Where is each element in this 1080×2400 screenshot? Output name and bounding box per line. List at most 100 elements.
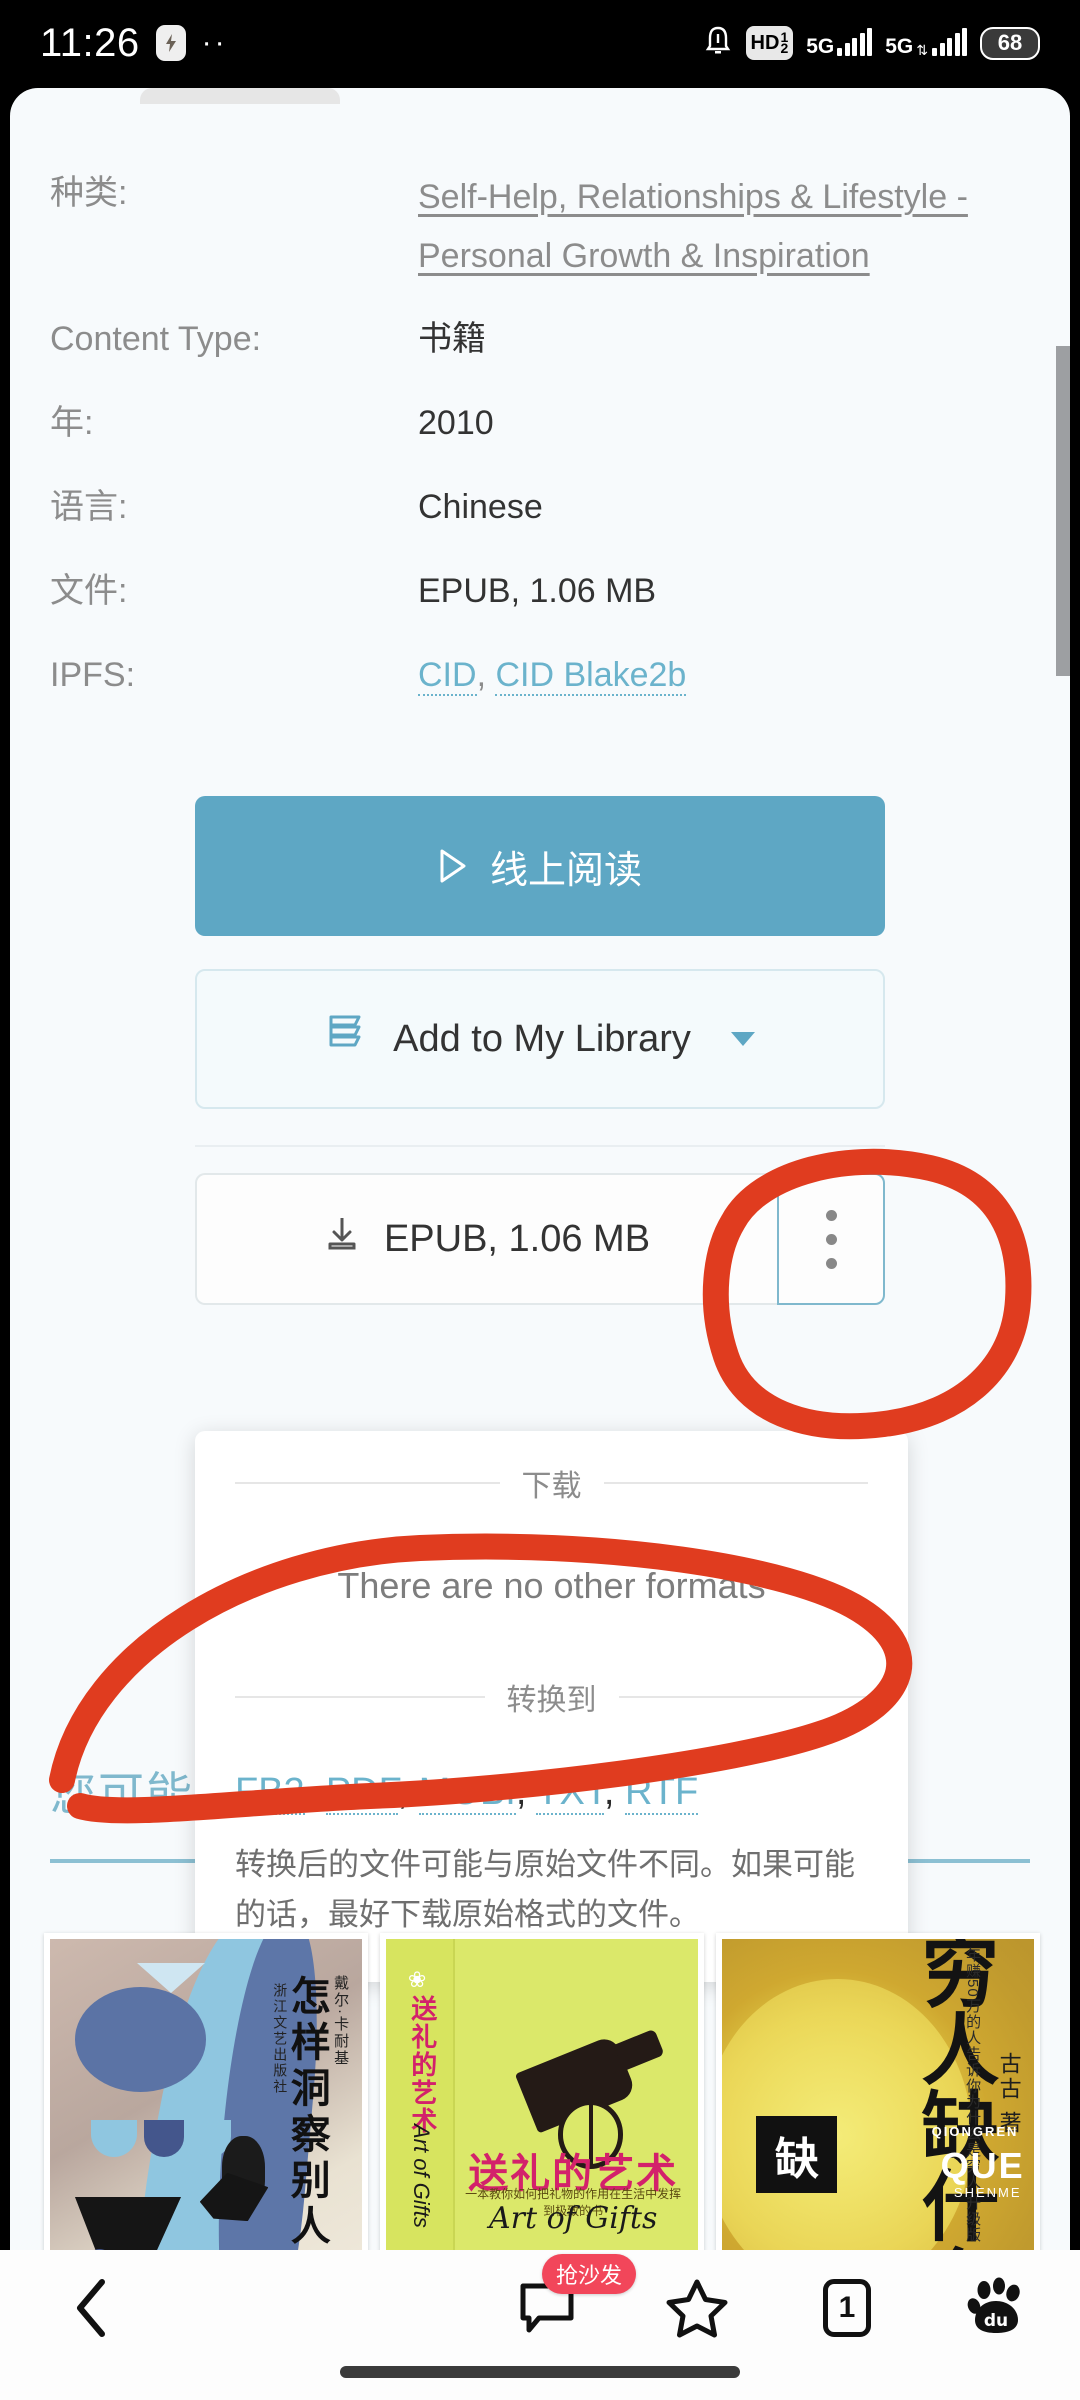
cover3-block: 缺 xyxy=(756,2116,838,2193)
baidu-paw-icon: du xyxy=(967,2277,1020,2333)
book-detail-page: 种类: Self-Help, Relationships & Lifestyle… xyxy=(10,88,1070,2250)
more-vertical-icon-dot-2 xyxy=(825,1233,837,1245)
action-buttons: 线上阅读 Add to My Library xyxy=(10,734,1070,1109)
ipfs-separator: , xyxy=(476,656,487,694)
book-spine-title-en-2: Art of Gifts xyxy=(408,2124,434,2229)
cover1-shape-halfA xyxy=(90,2120,138,2157)
browser-page-sheet: 种类: Self-Help, Relationships & Lifestyle… xyxy=(10,88,1070,2250)
convert-rtf-link[interactable]: RTF xyxy=(625,1771,699,1815)
metadata-row-file: 文件: EPUB, 1.06 MB xyxy=(50,566,1030,616)
book-cover-card-1[interactable]: 怎样洞察别人 戴尔·卡耐基 浙江文艺出版社 xyxy=(44,1933,368,2250)
add-to-library-label: Add to My Library xyxy=(393,1017,691,1060)
convert-format-list: FB2, PDF, MOBI, TXT, RTF xyxy=(235,1719,868,1815)
status-bar: 11:26 ·· HD 1 2 5G 5G ⇅ 68 xyxy=(0,0,1080,86)
sep-2: , xyxy=(515,1771,527,1813)
metadata-row-language: 语言: Chinese xyxy=(50,482,1030,532)
metadata-value-ipfs: CID, CID Blake2b xyxy=(418,650,687,700)
download-row: EPUB, 1.06 MB xyxy=(195,1173,885,1305)
download-label: EPUB, 1.06 MB xyxy=(383,1217,651,1260)
category-link[interactable]: Self-Help, Relationships & Lifestyle - P… xyxy=(418,168,1030,286)
read-online-button[interactable]: 线上阅读 xyxy=(195,796,885,936)
metadata-key-content-type: Content Type: xyxy=(50,320,262,358)
browser-bottom-bar: 抢沙发 1 du xyxy=(0,2250,1080,2400)
data-transfer-icon: ⇅ xyxy=(916,42,928,58)
star-icon xyxy=(666,2279,728,2338)
book-cover-card-2[interactable]: ❀ 送礼的艺术 Art of Gifts 送礼的艺术 一本教你如何把礼物的作用在… xyxy=(380,1933,704,2250)
menu-button[interactable]: du xyxy=(958,2268,1036,2348)
convert-fb2-link[interactable]: FB2 xyxy=(235,1771,305,1815)
books-stack-icon xyxy=(325,1011,367,1067)
book-block-char-3: 缺 xyxy=(774,2134,819,2184)
play-triangle-icon xyxy=(438,848,468,884)
ipfs-cid-blake2b-link[interactable]: CID Blake2b xyxy=(495,656,687,696)
download-formats-dropdown: 下载 There are no other formats 转换到 FB2, P… xyxy=(195,1431,908,1982)
book-metadata: 种类: Self-Help, Relationships & Lifestyle… xyxy=(10,88,1070,700)
phone-screen: 11:26 ·· HD 1 2 5G 5G ⇅ 68 种类: Self-Help… xyxy=(0,0,1080,2400)
sep-3: , xyxy=(603,1771,615,1813)
tab-counter-icon: 1 xyxy=(823,2279,871,2337)
network-label-2: 5G xyxy=(885,35,914,58)
more-vertical-icon-dot-3 xyxy=(825,1257,837,1269)
convert-pdf-link[interactable]: PDF xyxy=(325,1771,398,1815)
metadata-key-category: 种类: xyxy=(50,174,128,212)
cover1-shape-triangle xyxy=(137,1963,206,1994)
cover1-shape-halfB xyxy=(143,2120,185,2157)
read-online-label: 线上阅读 xyxy=(489,849,642,892)
book-spine-title-2: 送礼的艺术 xyxy=(407,1995,438,2136)
book-pinyin-big-3: QUE xyxy=(940,2144,1025,2186)
ipfs-cid-link[interactable]: CID xyxy=(418,656,477,696)
signal-sim1-icon: 5G xyxy=(806,28,873,58)
cover2-cannon-neck xyxy=(613,2028,665,2072)
tab-switcher-button[interactable]: 1 xyxy=(808,2268,886,2348)
dropdown-download-section-title: 下载 xyxy=(235,1461,868,1505)
status-bar-clock: 11:26 xyxy=(40,20,140,65)
home-indicator[interactable] xyxy=(340,2366,740,2378)
book-pinyin-small-3: QIONGREN xyxy=(931,2124,1019,2140)
no-other-formats-text: There are no other formats xyxy=(337,1565,766,1606)
book-cover-card-3[interactable]: 穷人缺什么 缺 年赚50万的人告诉你为什么是穷人 升级版 古古 著 QIONGR… xyxy=(716,1933,1040,2250)
metadata-value-file: EPUB, 1.06 MB xyxy=(418,572,657,610)
app-notification-icon xyxy=(155,25,186,61)
comments-button[interactable]: 抢沙发 xyxy=(508,2254,637,2348)
metadata-row-category: 种类: Self-Help, Relationships & Lifestyle… xyxy=(50,168,1030,286)
download-section: EPUB, 1.06 MB xyxy=(10,1147,1070,1305)
back-button[interactable] xyxy=(52,2268,132,2348)
battery-indicator: 68 xyxy=(980,26,1040,60)
metadata-value-year: 2010 xyxy=(418,404,494,442)
cover2-publisher-mark-icon: ❀ xyxy=(407,1967,427,1993)
metadata-row-year: 年: 2010 xyxy=(50,398,1030,448)
metadata-value-content-type: 书籍 xyxy=(418,320,486,358)
metadata-row-ipfs: IPFS: CID, CID Blake2b xyxy=(50,650,1030,700)
volte-label: HD xyxy=(750,31,780,54)
svg-text:du: du xyxy=(984,2311,1008,2331)
add-to-library-button[interactable]: Add to My Library xyxy=(195,969,885,1109)
status-bar-right: HD 1 2 5G 5G ⇅ 68 xyxy=(703,24,1040,63)
signal-bars-2 xyxy=(932,28,967,56)
bottom-nav-actions: 抢沙发 1 du xyxy=(508,2254,1036,2348)
book-title-1: 怎样洞察别人 xyxy=(283,1975,330,2250)
metadata-key-language: 语言: xyxy=(50,488,128,526)
book-cover-art-3: 穷人缺什么 缺 年赚50万的人告诉你为什么是穷人 升级版 古古 著 QIONGR… xyxy=(722,1939,1034,2250)
book-cover-art-1: 怎样洞察别人 戴尔·卡耐基 浙江文艺出版社 xyxy=(50,1939,362,2250)
signal-sim2-icon: 5G ⇅ xyxy=(885,28,967,58)
favorite-button[interactable] xyxy=(658,2268,736,2348)
cover1-shape-blob xyxy=(74,1987,206,2093)
chevron-down-icon[interactable] xyxy=(730,1032,755,1046)
page-scrollbar[interactable] xyxy=(1056,346,1070,676)
book-publisher-1: 浙江文艺出版社 xyxy=(272,1983,289,2096)
network-label-1: 5G xyxy=(806,35,835,58)
convert-txt-link[interactable]: TXT xyxy=(536,1771,604,1815)
metadata-key-ipfs: IPFS: xyxy=(50,656,136,694)
download-button[interactable]: EPUB, 1.06 MB xyxy=(195,1173,777,1305)
chevron-left-icon xyxy=(77,2279,105,2337)
book-title-en-2: Art of Gifts xyxy=(488,2200,658,2236)
status-bar-left: 11:26 ·· xyxy=(40,21,228,66)
convert-warning-note: 转换后的文件可能与原始文件不同。如果可能的话，最好下载原始格式的文件。 xyxy=(235,1847,855,1932)
convert-mobi-link[interactable]: MOBI xyxy=(418,1771,516,1815)
sep-1: , xyxy=(397,1771,409,1813)
signal-bars-1 xyxy=(837,28,873,56)
download-more-menu-button[interactable] xyxy=(777,1173,885,1305)
download-icon xyxy=(324,1214,360,1264)
dropdown-convert-section-title: 转换到 xyxy=(235,1675,868,1719)
recommended-books-list: 怎样洞察别人 戴尔·卡耐基 浙江文艺出版社 ❀ 送礼的艺术 Art of Gif… xyxy=(44,1933,1040,2250)
